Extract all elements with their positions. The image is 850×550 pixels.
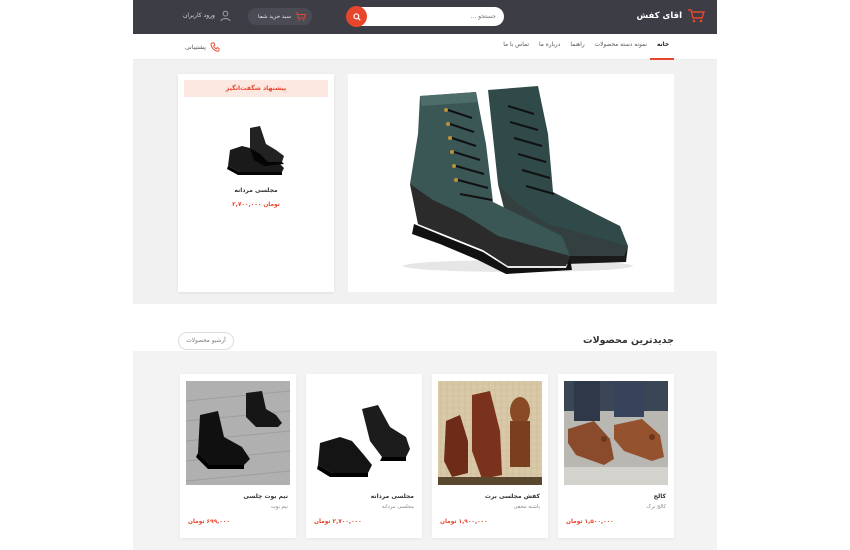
site-logo[interactable]: اقای کفش: [637, 8, 706, 24]
logo-text: اقای کفش: [636, 11, 683, 21]
support-link[interactable]: پشتیبانی: [185, 42, 220, 52]
product-price: ۱,۵۰۰,۰۰۰ تومان: [566, 519, 614, 525]
products-archive-button[interactable]: آرشیو محصولات: [178, 332, 234, 350]
product-image: [438, 381, 542, 485]
basket-icon: [295, 12, 306, 21]
product-price: ۶۹۹,۰۰۰ تومان: [188, 519, 230, 525]
login-link[interactable]: ورود کاربران: [183, 9, 232, 22]
nav-item-home[interactable]: خانه: [657, 42, 669, 48]
product-name[interactable]: کالج: [654, 493, 666, 500]
special-offer-card[interactable]: پیشنهاد شگفت‌انگیز مجلسی مردانه ۲,۷۰۰,۰۰…: [178, 74, 334, 292]
phone-icon: [210, 42, 220, 52]
product-card[interactable]: کالج کالج ترک ۱,۵۰۰,۰۰۰ تومان: [558, 374, 674, 538]
hero-boot-image: [403, 86, 633, 274]
offer-product-price: ۲,۷۰۰,۰۰۰ تومان: [232, 202, 280, 208]
product-image: [186, 381, 290, 485]
site-header: اقای کفش سبد خرید شما ورود کاربران: [133, 0, 717, 34]
product-subtitle: نیم بوت: [270, 504, 288, 510]
nav-item-about[interactable]: درباره ما: [539, 42, 560, 48]
search-icon: [352, 12, 361, 21]
product-card[interactable]: مجلسی مردانه مجلسی مردانه ۲,۷۰۰,۰۰۰ توما…: [306, 374, 422, 538]
product-name[interactable]: مجلسی مردانه: [371, 493, 414, 500]
nav-item-guide[interactable]: راهنما: [570, 42, 584, 48]
main-navigation: خانه نمونه دسته محصولات راهنما درباره ما…: [133, 34, 717, 60]
product-subtitle: کالج ترک: [646, 504, 666, 510]
special-offer-badge: پیشنهاد شگفت‌انگیز: [184, 80, 328, 97]
hero-slider[interactable]: [348, 74, 674, 292]
user-icon: [220, 10, 231, 22]
product-card[interactable]: نیم بوت چلسی نیم بوت ۶۹۹,۰۰۰ تومان: [180, 374, 296, 538]
search-box: [346, 6, 504, 27]
search-button[interactable]: [346, 6, 367, 27]
product-subtitle: پاشنه مخفی: [513, 504, 540, 510]
product-price: ۲,۷۰۰,۰۰۰ تومان: [314, 519, 362, 525]
nav-menu: خانه نمونه دسته محصولات راهنما درباره ما…: [503, 42, 669, 48]
basket-button[interactable]: سبد خرید شما: [248, 8, 312, 25]
basket-label: سبد خرید شما: [258, 13, 291, 20]
newest-products-title: جدیدترین محصولات: [583, 335, 674, 346]
product-name[interactable]: نیم بوت چلسی: [243, 493, 288, 500]
offer-product-name[interactable]: مجلسی مردانه: [178, 187, 334, 194]
cart-logo-icon: [688, 9, 705, 23]
product-name[interactable]: کفش مجلسی برت: [485, 493, 540, 500]
search-input[interactable]: [386, 10, 496, 23]
login-label: ورود کاربران: [183, 12, 215, 19]
product-image: [564, 381, 668, 485]
product-price: ۱,۹۰۰,۰۰۰ تومان: [440, 519, 488, 525]
nav-item-sample-categories[interactable]: نمونه دسته محصولات: [595, 42, 647, 48]
nav-item-contact[interactable]: تماس با ما: [503, 42, 529, 48]
offer-product-image: [227, 126, 284, 175]
product-subtitle: مجلسی مردانه: [381, 504, 414, 510]
support-label: پشتیبانی: [185, 43, 206, 51]
product-card[interactable]: کفش مجلسی برت پاشنه مخفی ۱,۹۰۰,۰۰۰ تومان: [432, 374, 548, 538]
product-image: [312, 381, 416, 485]
